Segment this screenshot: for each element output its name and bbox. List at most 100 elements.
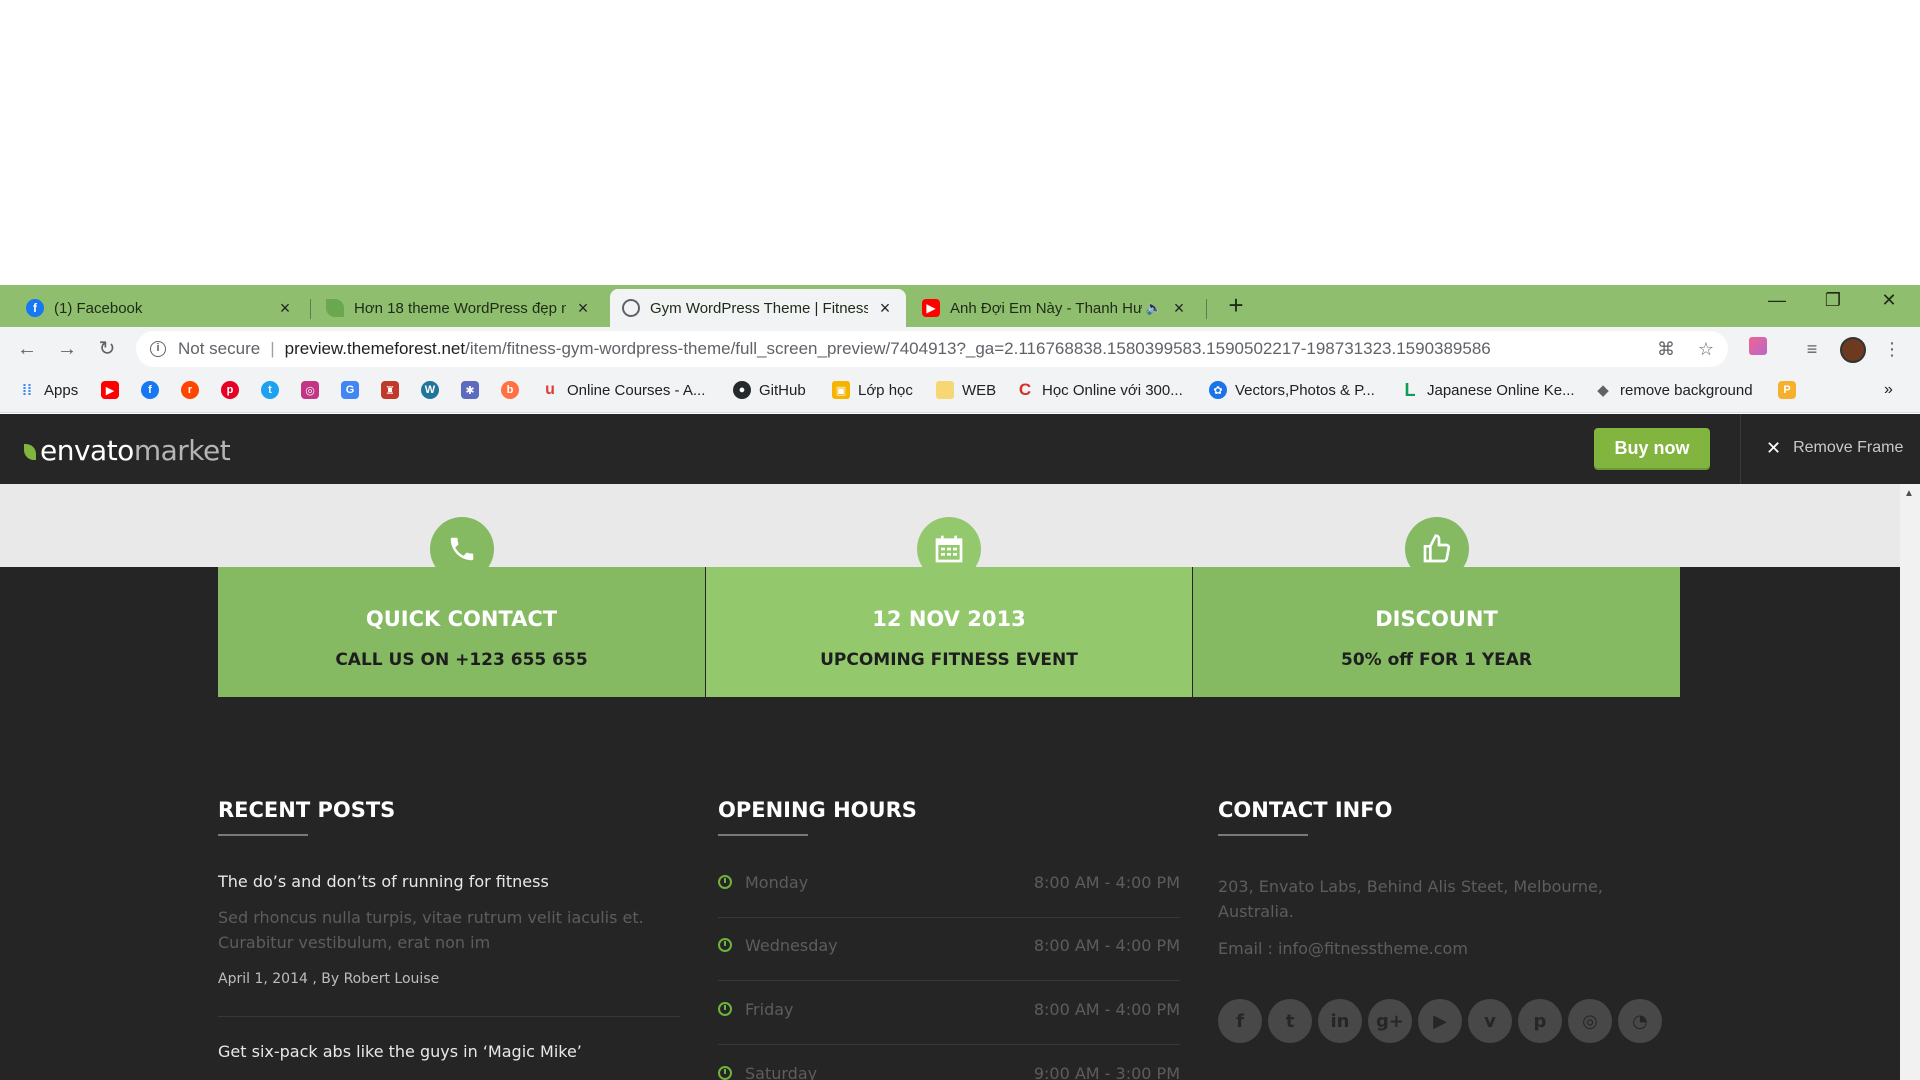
bookmark-web[interactable]: WEB [936,378,996,402]
address-bar[interactable]: i Not secure | preview.themeforest.net /… [136,331,1728,367]
logo-main-text: envato [40,434,134,467]
page-scrollbar[interactable] [1900,484,1920,1080]
post-title-link[interactable]: The do’s and don’ts of running for fitne… [218,872,549,891]
minimize-button[interactable]: — [1754,290,1800,318]
instagram-icon[interactable]: ◎ [1568,999,1612,1043]
google-plus-icon[interactable]: g+ [1368,999,1412,1043]
back-icon[interactable]: ← [14,336,40,362]
github-icon: ● [733,381,751,399]
post-excerpt: Sed rhoncus nulla turpis, vitae rutrum v… [218,908,644,952]
hours-time: 8:00 AM - 4:00 PM [1033,1000,1180,1019]
contact-info-title: CONTACT INFO [1218,798,1393,822]
clock-icon [718,938,732,952]
bookmark-label: Vectors,Photos & P... [1235,381,1375,399]
maximize-button[interactable]: ❐ [1810,290,1856,318]
tab-title: (1) Facebook [54,299,143,317]
close-icon[interactable]: × [276,298,294,319]
folder-icon [936,381,954,399]
rss-icon[interactable]: ◔ [1618,999,1662,1043]
youtube-icon: ▶ [922,299,940,317]
more-bookmarks-button[interactable]: » [1884,378,1893,402]
translate-icon[interactable]: ⌘ [1654,337,1678,361]
wordpress-icon[interactable]: W [421,381,439,399]
translate-bookmark-icon[interactable]: G [341,381,359,399]
forward-icon[interactable]: → [54,336,80,362]
contact-address: 203, Envato Labs, Behind Alis Steet, Mel… [1218,877,1603,921]
footer-area: RECENT POSTS The do’s and don’ts of runn… [0,484,1900,1080]
envato-logo[interactable]: envatomarket [24,434,231,467]
bookmark-lop-hoc[interactable]: ▣ Lớp học [832,378,913,402]
facebook-icon[interactable]: f [141,381,159,399]
tab-wordpress-themes[interactable]: Hơn 18 theme WordPress đẹp nhất × [314,289,604,327]
tab-facebook[interactable]: f (1) Facebook × [14,289,306,327]
vimeo-icon[interactable]: v [1468,999,1512,1043]
reddit-icon[interactable]: r [181,381,199,399]
url-domain: preview.themeforest.net [284,339,466,358]
tab-title: Hơn 18 theme WordPress đẹp nhất [354,299,566,317]
twitter-icon[interactable]: t [1268,999,1312,1043]
bookmark-hoc-online[interactable]: C Học Online với 300... [1016,378,1183,402]
url-path: /item/fitness-gym-wordpress-theme/full_s… [465,339,1491,358]
classroom-icon: ▣ [832,381,850,399]
security-label: Not secure [178,339,261,358]
close-icon[interactable]: × [876,298,894,319]
reload-icon[interactable]: ↻ [94,336,120,362]
bookmark-japanese[interactable]: L Japanese Online Ke... [1401,378,1575,402]
speaker-icon[interactable]: 🔈 [1146,300,1162,316]
hours-row: Monday 8:00 AM - 4:00 PM [718,856,1180,918]
contact-email[interactable]: Email : info@fitnesstheme.com [1218,939,1468,958]
tab-gym-theme[interactable]: Gym WordPress Theme | Fitness Theme × [610,289,906,327]
youtube-icon[interactable]: ▶ [101,381,119,399]
blogger-icon[interactable]: b [501,381,519,399]
p-bookmark-icon[interactable]: P [1778,381,1796,399]
remove-frame-button[interactable]: ✕ Remove Frame [1766,436,1903,460]
media-control-icon[interactable]: ≡ [1800,337,1824,361]
bookmark-label: Lớp học [858,381,913,399]
scroll-up-arrow-icon[interactable]: ▲ [1904,488,1914,499]
tab-youtube[interactable]: ▶ Anh Đợi Em Này - Thanh Hưng 🔈 × [910,289,1200,327]
info-icon[interactable]: i [150,341,166,357]
extension-icon[interactable] [1746,337,1770,361]
star-icon[interactable]: ☆ [1694,337,1718,361]
post-divider [218,1016,680,1017]
bookmark-vectors[interactable]: ✿ Vectors,Photos & P... [1209,378,1375,402]
close-icon[interactable]: × [1170,298,1188,319]
hours-time: 9:00 AM - 3:00 PM [1033,1064,1180,1080]
close-icon: ✕ [1766,437,1782,458]
pinterest-icon[interactable]: p [221,381,239,399]
pinterest-icon[interactable]: p [1518,999,1562,1043]
facebook-icon[interactable]: f [1218,999,1262,1043]
tab-title: Anh Đợi Em Này - Thanh Hưng [950,299,1142,317]
freepik-icon: ✿ [1209,381,1227,399]
post-title-link[interactable]: Get six-pack abs like the guys in ‘Magic… [218,1042,582,1061]
youtube-icon[interactable]: ▶ [1418,999,1462,1043]
close-icon[interactable]: × [574,298,592,319]
hours-row: Saturday 9:00 AM - 3:00 PM [718,1047,1180,1080]
recent-posts-title: RECENT POSTS [218,798,396,822]
instagram-icon[interactable]: ◎ [301,381,319,399]
bookmark-label: Apps [44,381,79,399]
bookmark-github[interactable]: ● GitHub [733,378,806,402]
close-window-button[interactable]: ✕ [1866,290,1912,318]
linkedin-icon[interactable]: in [1318,999,1362,1043]
blank-area [0,0,1920,285]
hours-time: 8:00 AM - 4:00 PM [1033,936,1180,955]
menu-icon[interactable]: ⋮ [1880,337,1904,361]
leaf-icon [24,444,36,460]
twitter-icon[interactable]: t [261,381,279,399]
buy-now-button[interactable]: Buy now [1594,428,1710,468]
bookmark-label: GitHub [759,381,806,399]
bookmark-apps[interactable]: ⁞⁞ Apps [18,378,78,402]
new-tab-button[interactable]: + [1222,292,1250,320]
title-underline [218,834,308,836]
bug-icon[interactable]: ✱ [461,381,479,399]
bookmark-online-courses[interactable]: u Online Courses - A... [541,378,705,402]
bookmark-remove-background[interactable]: ◆ remove background [1594,378,1753,402]
bookmark-label: remove background [1620,381,1753,399]
l-icon: L [1404,379,1416,400]
bookmark-label: Học Online với 300... [1042,381,1183,399]
shield-icon[interactable]: ♜ [381,381,399,399]
avatar[interactable] [1840,337,1866,363]
divider: | [270,339,275,358]
post-meta: April 1, 2014 , By Robert Louise [218,971,440,987]
